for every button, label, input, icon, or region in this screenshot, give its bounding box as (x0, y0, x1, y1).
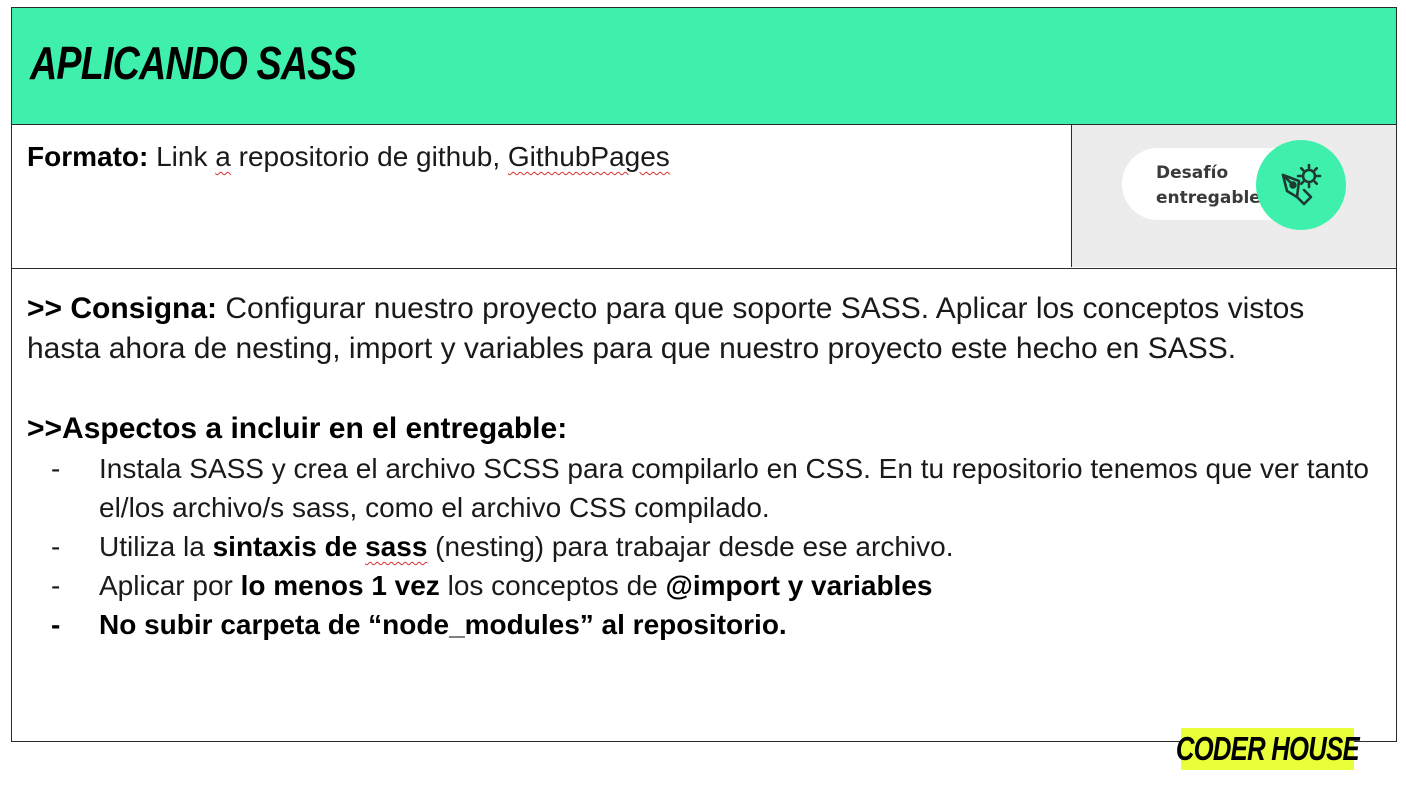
list-item-text: No subir carpeta de “node_modules” al re… (99, 609, 787, 640)
consigna-label: >> Consigna: (27, 292, 218, 325)
aspectos-heading-line: >>Aspectos a incluir en el entregable: (27, 409, 1376, 449)
list-item-text: Instala SASS y crea el archivo SCSS para… (99, 453, 1369, 523)
consigna-text: Configurar nuestro proyecto para que sop… (27, 292, 1305, 365)
slide-title: APLICANDO SASS (30, 37, 357, 89)
consigna-paragraph: >> Consigna: Configurar nuestro proyecto… (27, 289, 1376, 369)
list-item-bold: lo menos 1 vez (240, 570, 440, 601)
list-item-bold-squiggle: sass (365, 531, 428, 562)
badge-circle (1256, 140, 1346, 230)
slide-frame: APLICANDO SASS Formato: Link a repositor… (11, 7, 1397, 742)
list-item-bold: @import y variables (665, 570, 933, 601)
format-text-part1: Link (148, 141, 216, 172)
format-label: Formato: (27, 141, 149, 172)
title-bar: APLICANDO SASS (12, 8, 1396, 125)
pen-gear-icon (1281, 163, 1322, 206)
aspectos-heading: >>Aspectos a incluir en el entregable: (27, 412, 568, 445)
format-text-part2: repositorio de github, (230, 141, 508, 172)
list-item-text: (nesting) para trabajar desde ese archiv… (427, 531, 954, 562)
content-area: >> Consigna: Configurar nuestro proyecto… (27, 289, 1376, 644)
list-item-bold: sintaxis de (212, 531, 366, 562)
list-item: Instala SASS y crea el archivo SCSS para… (27, 449, 1376, 527)
aspectos-list: Instala SASS y crea el archivo SCSS para… (27, 449, 1376, 644)
list-item: Aplicar por lo menos 1 vez los conceptos… (27, 566, 1376, 605)
format-text: Formato: Link a repositorio de github, G… (27, 141, 670, 173)
list-item-text: Utiliza la (99, 531, 213, 562)
list-item: No subir carpeta de “node_modules” al re… (27, 605, 1376, 644)
list-item-text: Aplicar por (99, 570, 241, 601)
list-item: Utiliza la sintaxis de sass (nesting) pa… (27, 527, 1376, 566)
coderhouse-logo: CODER HOUSE (1176, 728, 1360, 770)
logo-text: CODER HOUSE (1175, 730, 1360, 767)
format-text-squiggle2: GithubPages (507, 141, 670, 172)
format-text-squiggle1: a (215, 141, 231, 172)
list-item-text: los conceptos de (439, 570, 666, 601)
format-row: Formato: Link a repositorio de github, G… (12, 125, 1396, 269)
badge-cell: Desafío entregable (1071, 125, 1396, 267)
